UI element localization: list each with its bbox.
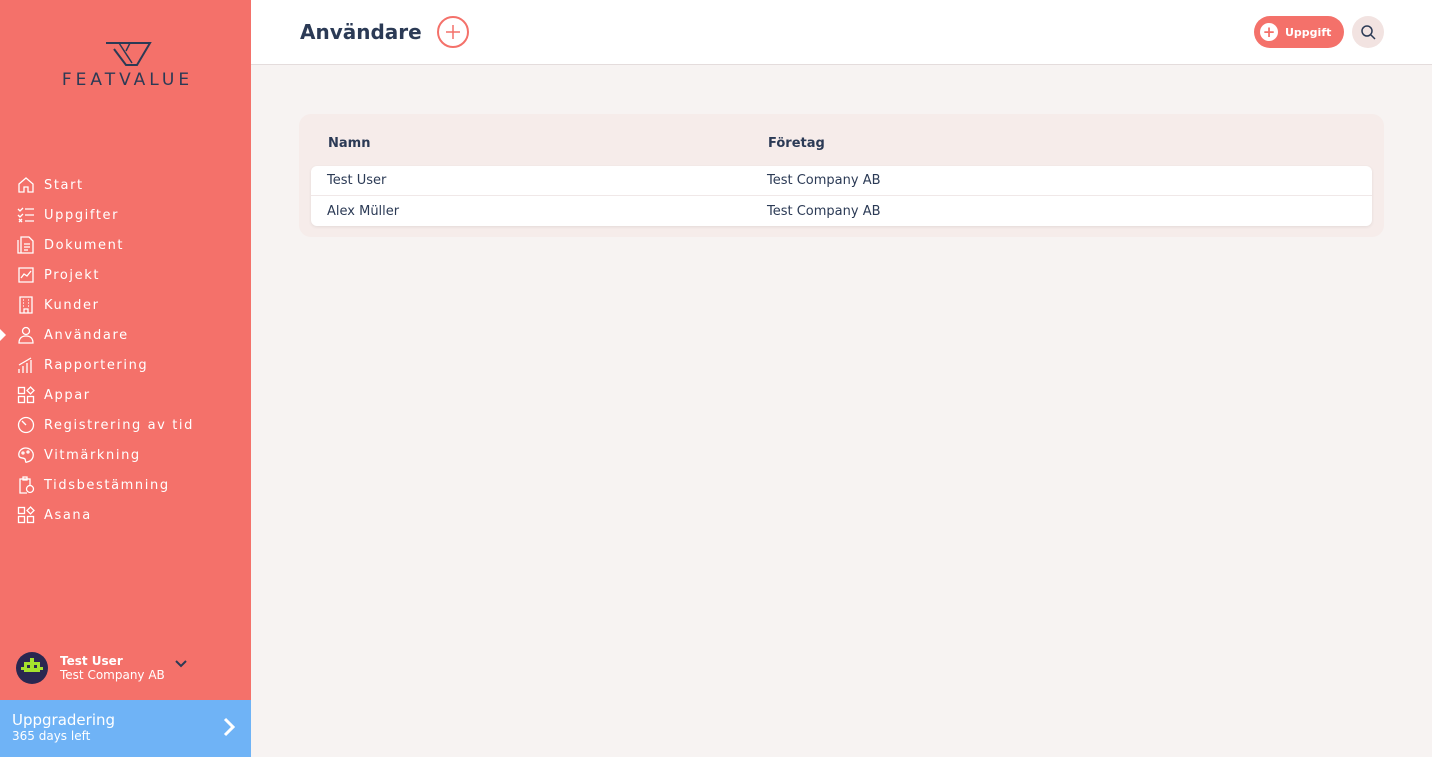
palette-icon [18,447,34,463]
sidebar-item-uppgifter[interactable]: Uppgifter [0,200,251,230]
sidebar-item-projekt[interactable]: Projekt [0,260,251,290]
sidebar-item-appar[interactable]: Appar [0,380,251,410]
logo-text: FEATVALUE [61,70,194,90]
table-row[interactable]: Test User Test Company AB [311,166,1372,196]
apps-icon [17,386,35,404]
clipboard-clock-icon [19,476,35,494]
new-task-label: Uppgift [1285,25,1332,39]
new-task-button[interactable]: + Uppgift [1254,16,1344,48]
avatar-icon [21,658,43,672]
column-header-name[interactable]: Namn [328,136,370,151]
bars-icon [18,357,32,373]
sidebar-item-label: Rapportering [44,357,149,373]
sidebar-item-registrering-av-tid[interactable]: Registrering av tid [0,410,251,440]
sidebar-nav: Start Uppgifter Dokument Projekt Kunder … [0,170,251,530]
column-header-company[interactable]: Företag [768,136,825,151]
cell-name: Test User [327,173,387,188]
users-table: Namn Företag Test User Test Company AB Al… [299,114,1384,237]
sidebar: FEATVALUE Start Uppgifter Dokument Proje… [0,0,251,757]
sidebar-item-kunder[interactable]: Kunder [0,290,251,320]
sidebar-item-anvandare[interactable]: Användare [0,320,251,350]
sidebar-item-label: Appar [44,387,91,403]
sidebar-item-label: Tidsbestämning [44,477,170,493]
user-company: Test Company AB [60,668,165,682]
upgrade-title: Uppgradering [12,711,116,729]
sidebar-item-label: Asana [44,507,92,523]
user-icon [18,326,34,344]
cell-company: Test Company AB [767,203,881,219]
sidebar-item-dokument[interactable]: Dokument [0,230,251,260]
table-body: Test User Test Company AB Alex Müller Test… [311,166,1372,226]
sidebar-item-label: Projekt [44,267,101,283]
add-user-button[interactable] [437,16,469,48]
chevron-down-icon[interactable] [175,660,187,668]
cell-name: Alex Müller [327,203,400,219]
header: Användare + Uppgift [251,0,1432,65]
user-name: Test User [60,654,123,668]
sidebar-item-label: Start [44,177,84,193]
timer-icon [17,416,35,434]
sidebar-item-label: Registrering av tid [44,417,194,433]
document-icon [17,236,34,254]
sidebar-item-label: Kunder [44,297,100,313]
upgrade-banner[interactable]: Uppgradering 365 days left [0,700,251,757]
plus-icon: + [1260,23,1278,41]
plus-icon [446,25,460,39]
building-icon [19,296,33,314]
search-icon [1361,25,1376,40]
sidebar-item-rapportering[interactable]: Rapportering [0,350,251,380]
user-menu[interactable]: Test User Test Company AB [16,652,187,684]
sidebar-item-asana[interactable]: Asana [0,500,251,530]
page-title: Användare [300,20,422,44]
search-button[interactable] [1352,16,1384,48]
sidebar-item-start[interactable]: Start [0,170,251,200]
table-row[interactable]: Alex Müller Test Company AB [311,196,1372,226]
logo[interactable]: FEATVALUE [40,40,215,90]
sidebar-item-label: Användare [44,327,129,343]
logo-icon [105,42,152,66]
cell-company: Test Company AB [767,173,881,188]
sidebar-item-label: Vitmärkning [44,447,141,463]
avatar [16,652,48,684]
sidebar-item-vitmarkning[interactable]: Vitmärkning [0,440,251,470]
sidebar-item-label: Dokument [44,237,125,253]
chevron-right-icon [223,717,235,737]
sidebar-item-label: Uppgifter [44,207,120,223]
chart-icon [18,267,34,283]
upgrade-days-left: 365 days left [12,729,91,743]
home-icon [18,177,34,193]
apps-icon [17,506,35,524]
sidebar-item-tidsbestamning[interactable]: Tidsbestämning [0,470,251,500]
checklist-icon [17,207,34,223]
